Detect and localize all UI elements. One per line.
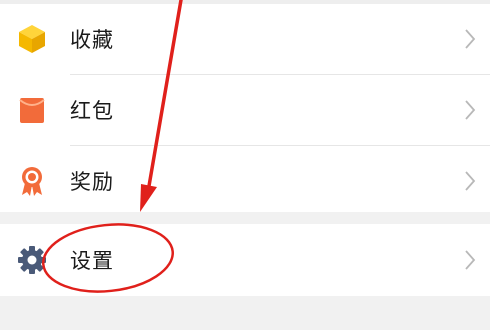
menu-item-label: 奖励 [70, 170, 114, 194]
menu-item-rewards[interactable]: 奖励 [0, 146, 490, 216]
chevron-right-icon [465, 250, 476, 270]
chevron-right-icon [465, 29, 476, 49]
medal-icon [22, 167, 42, 196]
menu-item-red-envelope[interactable]: 红包 [0, 75, 490, 145]
chevron-right-icon [465, 100, 476, 120]
menu-item-settings[interactable]: 设置 [0, 225, 490, 295]
menu-item-favorites[interactable]: 收藏 [0, 4, 490, 74]
menu-group: 收藏 红包 奖励 [0, 4, 490, 212]
settings-group: 设置 [0, 224, 490, 296]
menu-item-label: 红包 [70, 99, 114, 123]
menu-item-label: 设置 [70, 249, 114, 273]
settings-menu-screen: 收藏 红包 奖励 设置 [0, 0, 490, 330]
chevron-right-icon [465, 171, 476, 191]
menu-item-label: 收藏 [70, 28, 114, 52]
favorites-cube-icon [19, 25, 45, 53]
red-envelope-icon [19, 98, 45, 123]
gear-icon [18, 246, 46, 274]
